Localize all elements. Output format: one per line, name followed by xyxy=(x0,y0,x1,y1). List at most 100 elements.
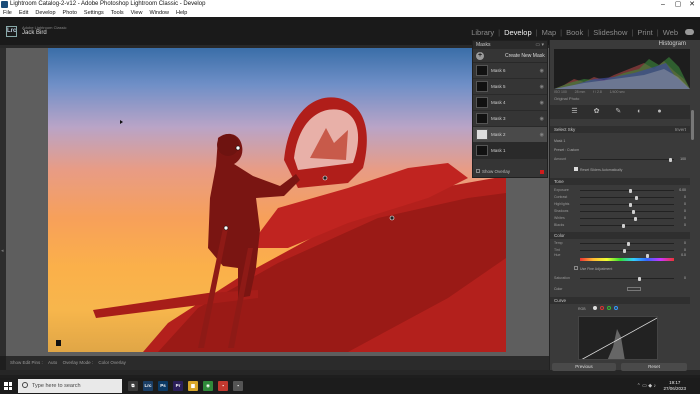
mask-item[interactable]: Mask 3 ◉ xyxy=(473,111,547,127)
slider-knob[interactable] xyxy=(631,209,635,214)
slider-knob[interactable] xyxy=(634,195,638,200)
system-tray-icons[interactable]: ⌃ ▭ ◆ ♪ xyxy=(637,383,656,389)
mask-item[interactable]: Mask 5 ◉ xyxy=(473,79,547,95)
premiere-icon[interactable]: Pr xyxy=(173,381,183,391)
mask-item[interactable]: Mask 1 xyxy=(473,143,547,159)
mask-options-icon[interactable]: ◉ xyxy=(540,68,544,74)
show-overlay-toggle[interactable]: Show Overlay xyxy=(473,167,547,177)
curve-section-header[interactable]: Curve xyxy=(550,297,690,304)
menu-tools[interactable]: Tools xyxy=(111,10,124,16)
slider-value[interactable]: 0.00 xyxy=(676,188,686,192)
windows-start-icon[interactable] xyxy=(4,382,12,390)
white-channel-icon[interactable] xyxy=(592,306,597,310)
mask-options-icon[interactable]: ◉ xyxy=(540,116,544,122)
slider-track[interactable] xyxy=(580,204,674,205)
fine-adjustment-row[interactable]: Use Fine Adjustment xyxy=(574,266,612,271)
menu-view[interactable]: View xyxy=(131,10,143,16)
develop-tools-strip[interactable]: ☰ ✿ ✎ ◐ ● xyxy=(550,105,690,119)
masks-panel-controls-icon[interactable]: ▭ ▾ xyxy=(535,41,544,49)
tone-curve-graph[interactable] xyxy=(578,316,658,360)
fine-adjustment-checkbox[interactable] xyxy=(574,266,578,270)
slider-value[interactable]: 0 xyxy=(676,276,686,280)
reset-sliders-checkbox[interactable] xyxy=(574,167,578,171)
photo-with-mask-overlay[interactable] xyxy=(48,48,506,352)
show-overlay-checkbox[interactable] xyxy=(476,169,480,173)
previous-button[interactable]: Previous xyxy=(552,363,616,371)
slider-value[interactable]: 0 xyxy=(676,202,686,206)
menu-develop[interactable]: Develop xyxy=(35,10,55,16)
reset-sliders-row[interactable]: Reset Sliders Automatically xyxy=(574,167,622,172)
tone-slider-exposure[interactable]: Exposure 0.00 xyxy=(554,188,686,194)
module-print[interactable]: Print xyxy=(637,28,652,37)
preset-dropdown[interactable]: Custom xyxy=(567,148,579,152)
slider-knob[interactable] xyxy=(623,248,627,253)
slider-track[interactable] xyxy=(580,218,674,219)
overlay-color-swatch[interactable] xyxy=(540,170,544,174)
close-button[interactable]: ✕ xyxy=(685,0,699,9)
module-develop[interactable]: Develop xyxy=(504,28,532,37)
menu-file[interactable]: File xyxy=(3,10,12,16)
slider-knob[interactable] xyxy=(628,188,632,193)
hue-gradient-track[interactable] xyxy=(580,258,674,261)
taskbar-search-input[interactable]: Type here to search xyxy=(18,379,122,393)
slider-track[interactable] xyxy=(580,190,674,191)
slider-track[interactable] xyxy=(580,278,674,279)
mask-item[interactable]: Mask 6 ◉ xyxy=(473,63,547,79)
tone-slider-highlights[interactable]: Highlights 0 xyxy=(554,202,686,208)
amount-value[interactable]: 100 xyxy=(676,157,686,161)
blue-channel-icon[interactable] xyxy=(613,306,618,310)
mask-options-icon[interactable]: ◉ xyxy=(540,100,544,106)
module-web[interactable]: Web xyxy=(663,28,678,37)
slider-track[interactable] xyxy=(580,197,674,198)
slider-knob[interactable] xyxy=(628,202,632,207)
slider-track[interactable] xyxy=(580,250,674,251)
tone-slider-whites[interactable]: Whites 0 xyxy=(554,216,686,222)
slider-knob[interactable] xyxy=(633,216,637,221)
taskbar-clock[interactable]: 19:17 27/06/2023 xyxy=(663,380,686,392)
reset-button[interactable]: Reset xyxy=(621,363,687,371)
slider-value[interactable]: 0 xyxy=(676,195,686,199)
tone-slider-contrast[interactable]: Contrast 0 xyxy=(554,195,686,201)
create-new-mask-button[interactable]: + Create New Mask xyxy=(473,49,547,63)
histogram-title[interactable]: Histogram xyxy=(550,40,690,48)
cloud-sync-icon[interactable] xyxy=(685,29,694,35)
red-channel-icon[interactable] xyxy=(599,306,604,310)
invert-toggle[interactable]: Invert xyxy=(675,126,686,133)
module-map[interactable]: Map xyxy=(542,28,557,37)
mask-item[interactable]: Mask 4 ◉ xyxy=(473,95,547,111)
slider-value[interactable]: 0 xyxy=(676,241,686,245)
task-view-icon[interactable]: ⧉ xyxy=(128,381,138,391)
color-swatch-row[interactable]: Color xyxy=(554,287,642,292)
slider-knob[interactable] xyxy=(622,223,626,228)
curve-channel-row[interactable]: RGB xyxy=(578,306,618,311)
menu-settings[interactable]: Settings xyxy=(84,10,104,16)
app-icon-2[interactable]: ▪ xyxy=(233,381,243,391)
color-swatch[interactable] xyxy=(627,287,642,292)
amount-slider[interactable]: Amount 100 xyxy=(554,157,686,163)
slider-value[interactable]: 0 xyxy=(676,248,686,252)
overlay-mode-dropdown[interactable]: Color Overlay xyxy=(98,360,126,365)
minimize-button[interactable]: – xyxy=(656,0,670,9)
tone-section-header[interactable]: Tone xyxy=(550,178,690,185)
slider-knob[interactable] xyxy=(645,253,649,258)
slider-knob[interactable] xyxy=(669,157,672,162)
slider-value[interactable]: 0.0 xyxy=(676,253,686,257)
slider-track[interactable] xyxy=(580,159,674,160)
module-slideshow[interactable]: Slideshow xyxy=(593,28,627,37)
slider-value[interactable]: 0 xyxy=(676,209,686,213)
edit-pins-dropdown[interactable]: Auto xyxy=(48,360,57,365)
maximize-button[interactable]: ▢ xyxy=(671,0,685,9)
slider-track[interactable] xyxy=(580,225,674,226)
menu-window[interactable]: Window xyxy=(149,10,169,16)
slider-knob[interactable] xyxy=(638,276,642,281)
tone-slider-blacks[interactable]: Blacks 0 xyxy=(554,223,686,229)
lightroom-icon[interactable]: Lrc xyxy=(143,381,153,391)
image-canvas[interactable]: Masks ▭ ▾ + Create New Mask Mask 6 ◉ Mas… xyxy=(6,40,549,356)
file-explorer-icon[interactable]: ▆ xyxy=(188,381,198,391)
slider-value[interactable]: 0 xyxy=(676,216,686,220)
slider-track[interactable] xyxy=(580,211,674,212)
menu-edit[interactable]: Edit xyxy=(19,10,28,16)
saturation-slider[interactable]: Saturation 0 xyxy=(554,276,686,282)
temp-slider[interactable]: Temp 0 xyxy=(554,241,686,247)
histogram-graph[interactable] xyxy=(554,49,690,89)
